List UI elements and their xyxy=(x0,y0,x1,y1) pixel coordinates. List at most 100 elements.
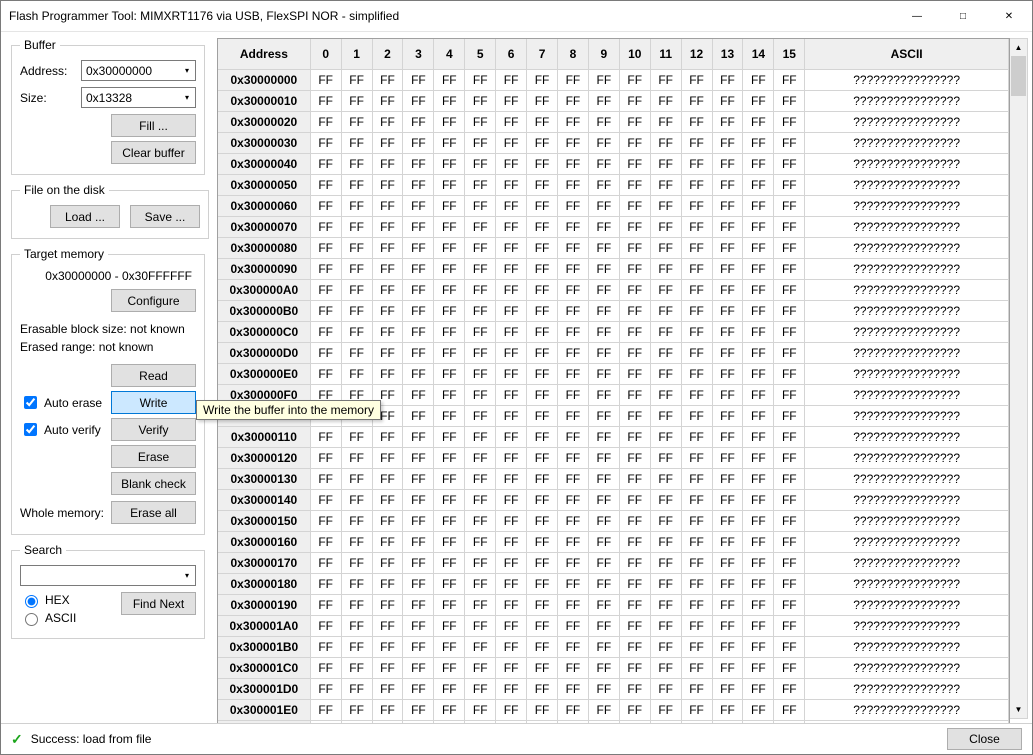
byte-cell[interactable]: FF xyxy=(682,637,713,658)
byte-cell[interactable]: FF xyxy=(682,301,713,322)
byte-cell[interactable]: FF xyxy=(527,91,558,112)
byte-cell[interactable]: FF xyxy=(743,595,774,616)
hex-row[interactable]: 0x300000C0FFFFFFFFFFFFFFFFFFFFFFFFFFFFFF… xyxy=(218,322,1009,343)
byte-cell[interactable]: FF xyxy=(342,259,373,280)
byte-cell[interactable]: FF xyxy=(558,448,589,469)
byte-cell[interactable]: FF xyxy=(373,154,404,175)
byte-cell[interactable]: FF xyxy=(589,700,620,721)
byte-cell[interactable]: FF xyxy=(403,322,434,343)
byte-cell[interactable]: FF xyxy=(311,70,342,91)
byte-cell[interactable]: FF xyxy=(342,238,373,259)
byte-cell[interactable]: FF xyxy=(589,595,620,616)
byte-cell[interactable]: FF xyxy=(403,238,434,259)
byte-cell[interactable]: FF xyxy=(774,448,805,469)
byte-cell[interactable]: FF xyxy=(713,133,744,154)
byte-cell[interactable]: FF xyxy=(743,280,774,301)
byte-cell[interactable]: FF xyxy=(713,700,744,721)
byte-cell[interactable]: FF xyxy=(434,616,465,637)
byte-cell[interactable]: FF xyxy=(682,196,713,217)
byte-cell[interactable]: FF xyxy=(713,217,744,238)
byte-cell[interactable]: FF xyxy=(527,322,558,343)
byte-cell[interactable]: FF xyxy=(496,112,527,133)
byte-cell[interactable]: FF xyxy=(774,133,805,154)
byte-cell[interactable]: FF xyxy=(527,364,558,385)
byte-cell[interactable]: FF xyxy=(342,322,373,343)
byte-cell[interactable]: FF xyxy=(527,196,558,217)
scroll-up-icon[interactable]: ▲ xyxy=(1010,39,1027,56)
byte-cell[interactable]: FF xyxy=(558,637,589,658)
byte-cell[interactable]: FF xyxy=(774,469,805,490)
byte-cell[interactable]: FF xyxy=(434,154,465,175)
byte-cell[interactable]: FF xyxy=(682,280,713,301)
hex-row[interactable]: 0x30000080FFFFFFFFFFFFFFFFFFFFFFFFFFFFFF… xyxy=(218,238,1009,259)
byte-cell[interactable]: FF xyxy=(434,112,465,133)
byte-cell[interactable]: FF xyxy=(342,448,373,469)
byte-cell[interactable]: FF xyxy=(373,511,404,532)
byte-cell[interactable]: FF xyxy=(589,301,620,322)
byte-cell[interactable]: FF xyxy=(465,658,496,679)
byte-cell[interactable]: FF xyxy=(558,112,589,133)
hex-row[interactable]: 0x30000140FFFFFFFFFFFFFFFFFFFFFFFFFFFFFF… xyxy=(218,490,1009,511)
byte-cell[interactable]: FF xyxy=(651,532,682,553)
byte-cell[interactable]: FF xyxy=(651,175,682,196)
byte-cell[interactable]: FF xyxy=(311,217,342,238)
byte-cell[interactable]: FF xyxy=(713,574,744,595)
byte-cell[interactable]: FF xyxy=(434,301,465,322)
byte-cell[interactable]: FF xyxy=(713,91,744,112)
byte-cell[interactable]: FF xyxy=(651,385,682,406)
byte-cell[interactable]: FF xyxy=(651,343,682,364)
byte-cell[interactable]: FF xyxy=(465,301,496,322)
byte-cell[interactable]: FF xyxy=(403,301,434,322)
byte-cell[interactable]: FF xyxy=(373,259,404,280)
byte-cell[interactable]: FF xyxy=(311,154,342,175)
byte-cell[interactable]: FF xyxy=(743,364,774,385)
byte-cell[interactable]: FF xyxy=(651,616,682,637)
byte-cell[interactable]: FF xyxy=(682,385,713,406)
byte-cell[interactable]: FF xyxy=(713,427,744,448)
byte-cell[interactable]: FF xyxy=(743,259,774,280)
byte-cell[interactable]: FF xyxy=(774,343,805,364)
byte-cell[interactable]: FF xyxy=(403,154,434,175)
byte-cell[interactable]: FF xyxy=(434,280,465,301)
hex-row[interactable]: 0x30000150FFFFFFFFFFFFFFFFFFFFFFFFFFFFFF… xyxy=(218,511,1009,532)
byte-cell[interactable]: FF xyxy=(743,448,774,469)
hex-row[interactable]: 0x300000B0FFFFFFFFFFFFFFFFFFFFFFFFFFFFFF… xyxy=(218,301,1009,322)
hex-row[interactable]: 0x30000020FFFFFFFFFFFFFFFFFFFFFFFFFFFFFF… xyxy=(218,112,1009,133)
byte-cell[interactable]: FF xyxy=(465,448,496,469)
byte-cell[interactable]: FF xyxy=(620,616,651,637)
byte-cell[interactable]: FF xyxy=(342,217,373,238)
byte-cell[interactable]: FF xyxy=(743,133,774,154)
save-button[interactable]: Save ... xyxy=(130,205,200,228)
byte-cell[interactable]: FF xyxy=(373,133,404,154)
byte-cell[interactable]: FF xyxy=(682,133,713,154)
byte-cell[interactable]: FF xyxy=(682,616,713,637)
byte-cell[interactable]: FF xyxy=(373,364,404,385)
byte-cell[interactable]: FF xyxy=(651,448,682,469)
byte-cell[interactable]: FF xyxy=(713,679,744,700)
byte-cell[interactable]: FF xyxy=(465,637,496,658)
byte-cell[interactable]: FF xyxy=(527,238,558,259)
byte-cell[interactable]: FF xyxy=(620,637,651,658)
byte-cell[interactable]: FF xyxy=(373,343,404,364)
byte-cell[interactable]: FF xyxy=(620,700,651,721)
byte-cell[interactable]: FF xyxy=(774,679,805,700)
byte-cell[interactable]: FF xyxy=(465,91,496,112)
byte-cell[interactable]: FF xyxy=(403,532,434,553)
byte-cell[interactable]: FF xyxy=(620,91,651,112)
byte-cell[interactable]: FF xyxy=(527,448,558,469)
byte-cell[interactable]: FF xyxy=(774,217,805,238)
byte-cell[interactable]: FF xyxy=(527,637,558,658)
auto-verify-input[interactable] xyxy=(24,423,37,436)
byte-cell[interactable]: FF xyxy=(558,154,589,175)
byte-cell[interactable]: FF xyxy=(774,700,805,721)
byte-cell[interactable]: FF xyxy=(774,364,805,385)
byte-cell[interactable]: FF xyxy=(434,385,465,406)
byte-cell[interactable]: FF xyxy=(403,490,434,511)
byte-cell[interactable]: FF xyxy=(620,301,651,322)
byte-cell[interactable]: FF xyxy=(589,133,620,154)
byte-cell[interactable]: FF xyxy=(403,196,434,217)
erase-all-button[interactable]: Erase all xyxy=(111,501,196,524)
byte-cell[interactable]: FF xyxy=(620,280,651,301)
byte-cell[interactable]: FF xyxy=(620,154,651,175)
byte-cell[interactable]: FF xyxy=(743,322,774,343)
